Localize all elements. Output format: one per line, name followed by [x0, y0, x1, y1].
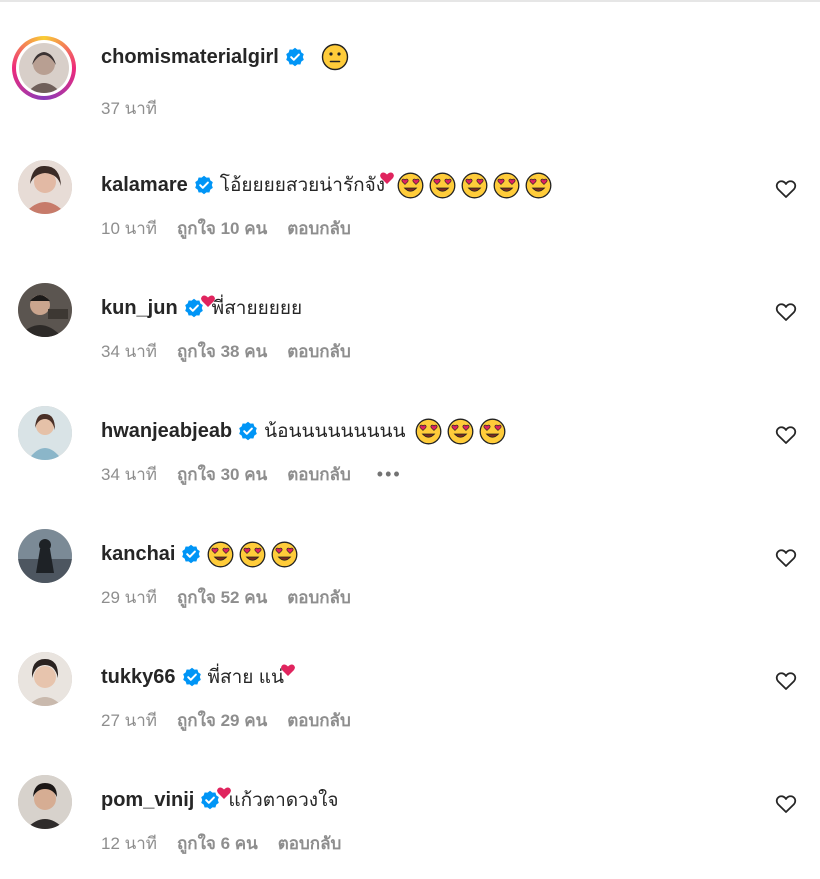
- author-avatar-image: [19, 43, 69, 93]
- comment-username[interactable]: pom_vinij: [101, 789, 194, 812]
- red-heart-emoji: [280, 662, 296, 678]
- commenter-avatar[interactable]: [18, 652, 72, 706]
- verified-badge-icon: [182, 667, 202, 687]
- comment-username[interactable]: kun_jun: [101, 297, 178, 320]
- comment-text: แก้วตาดวงใจ: [228, 790, 339, 811]
- commenter-avatar[interactable]: [18, 160, 72, 214]
- verified-badge-icon: [238, 421, 258, 441]
- heart-eyes-emoji: [271, 541, 298, 568]
- heart-eyes-emoji: [493, 172, 520, 199]
- heart-eyes-emoji: [429, 172, 456, 199]
- commenter-avatar[interactable]: [18, 529, 72, 583]
- verified-badge-icon: [181, 544, 201, 564]
- comment-item: kun_jun พี่สายยยยย 34 นาที ถูกใจ 38 คน ต…: [0, 283, 820, 383]
- comment-likes-link[interactable]: ถูกใจ 30 คน: [177, 461, 267, 488]
- comment-time: 12 นาที: [101, 833, 158, 853]
- post-caption: chomismaterialgirl 37 นาที: [0, 36, 820, 139]
- reply-button[interactable]: ตอบกลับ: [287, 707, 351, 734]
- neutral-face-emoji: [321, 43, 349, 71]
- comment-time: 27 นาที: [101, 710, 158, 730]
- author-username[interactable]: chomismaterialgirl: [101, 46, 279, 69]
- heart-eyes-emoji: [415, 418, 442, 445]
- comment-item: tukky66 พี่สาย แน่ 27 นาที ถูกใจ 29 คน ต…: [0, 652, 820, 752]
- comment-item: kanchai 29 นาที ถูกใจ 52 คน ตอบกลับ: [0, 529, 820, 629]
- heart-eyes-emoji: [447, 418, 474, 445]
- comment-item: hwanjeabjeab น้อนนนนนนนนน 34 นาที ถูกใจ …: [0, 406, 820, 506]
- heart-eyes-emoji: [479, 418, 506, 445]
- reply-button[interactable]: ตอบกลับ: [287, 584, 351, 611]
- emoji-group: [397, 172, 557, 199]
- comment-username[interactable]: kanchai: [101, 543, 175, 566]
- more-options-button[interactable]: •••: [377, 464, 402, 485]
- comment-text: โอ้ยยยยสวยน่ารักจัง: [219, 175, 386, 196]
- comment-time: 37 นาที: [101, 98, 158, 118]
- comment-item: kalamare โอ้ยยยยสวยน่ารักจัง 10 นาที ถูก…: [0, 160, 820, 260]
- comment-text: น้อนนนนนนนนน: [264, 421, 406, 442]
- comment-username[interactable]: tukky66: [101, 666, 176, 689]
- reply-button[interactable]: ตอบกลับ: [287, 338, 351, 365]
- comment-text: พี่สาย แน่: [207, 667, 284, 688]
- comment-item: pom_vinij แก้วตาดวงใจ 12 นาที ถูกใจ 6 คน…: [0, 775, 820, 875]
- commenter-avatar[interactable]: [18, 406, 72, 460]
- like-heart-icon[interactable]: [775, 547, 797, 569]
- comment-text: พี่สายยยยย: [211, 298, 303, 319]
- comment-time: 34 นาที: [101, 341, 158, 361]
- comment-likes-link[interactable]: ถูกใจ 29 คน: [177, 707, 267, 734]
- commenter-avatar[interactable]: [18, 283, 72, 337]
- like-heart-icon[interactable]: [775, 670, 797, 692]
- heart-eyes-emoji: [461, 172, 488, 199]
- heart-eyes-emoji: [239, 541, 266, 568]
- comment-likes-link[interactable]: ถูกใจ 38 คน: [177, 338, 267, 365]
- verified-badge-icon: [194, 175, 214, 195]
- comment-likes-link[interactable]: ถูกใจ 52 คน: [177, 584, 267, 611]
- comment-likes-link[interactable]: ถูกใจ 10 คน: [177, 215, 267, 242]
- heart-eyes-emoji: [207, 541, 234, 568]
- comment-time: 10 นาที: [101, 218, 158, 238]
- top-divider: [0, 0, 820, 2]
- reply-button[interactable]: ตอบกลับ: [287, 215, 351, 242]
- comment-time: 29 นาที: [101, 587, 158, 607]
- reply-button[interactable]: ตอบกลับ: [278, 830, 342, 857]
- verified-badge-icon: [285, 47, 305, 67]
- comment-likes-link[interactable]: ถูกใจ 6 คน: [177, 830, 258, 857]
- comment-username[interactable]: kalamare: [101, 174, 188, 197]
- author-avatar-story-ring[interactable]: [12, 36, 76, 100]
- commenter-avatar[interactable]: [18, 775, 72, 829]
- reply-button[interactable]: ตอบกลับ: [287, 461, 351, 488]
- like-heart-icon[interactable]: [775, 793, 797, 815]
- like-heart-icon[interactable]: [775, 178, 797, 200]
- comment-username[interactable]: hwanjeabjeab: [101, 420, 232, 443]
- like-heart-icon[interactable]: [775, 424, 797, 446]
- like-heart-icon[interactable]: [775, 301, 797, 323]
- comment-time: 34 นาที: [101, 464, 158, 484]
- heart-eyes-emoji: [397, 172, 424, 199]
- heart-eyes-emoji: [525, 172, 552, 199]
- emoji-group: [415, 418, 511, 445]
- emoji-group: [207, 541, 303, 568]
- red-heart-emoji: [379, 170, 395, 186]
